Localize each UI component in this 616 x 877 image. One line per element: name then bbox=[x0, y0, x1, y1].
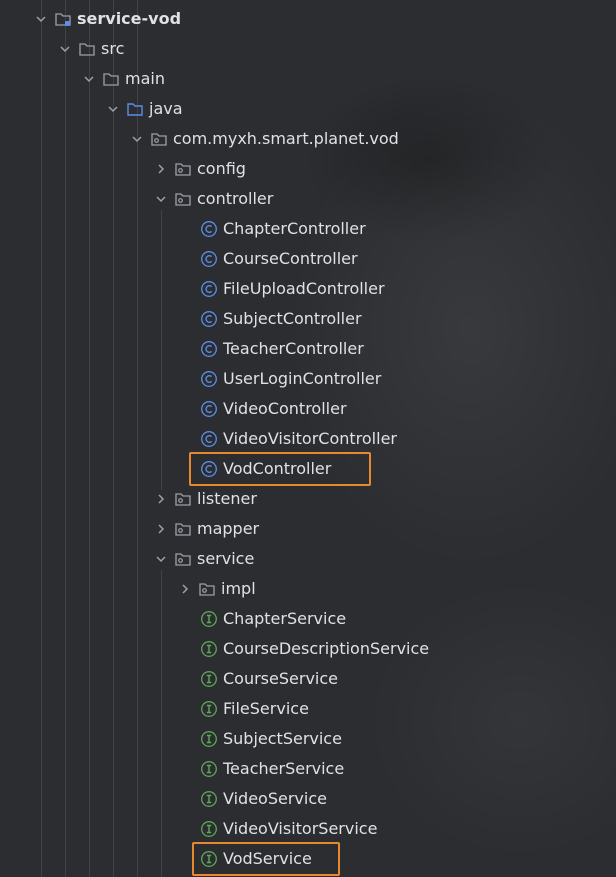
class-icon bbox=[200, 280, 218, 298]
chevron-right-icon[interactable] bbox=[154, 492, 168, 506]
tree-node-class[interactable]: SubjectController bbox=[0, 304, 616, 334]
tree-node-label: com.myxh.smart.planet.vod bbox=[173, 129, 399, 148]
tree-node-label: service-vod bbox=[77, 9, 182, 28]
source-folder-icon bbox=[126, 100, 144, 118]
chevron-right-icon[interactable] bbox=[154, 522, 168, 536]
tree-node-class[interactable]: UserLoginController bbox=[0, 364, 616, 394]
project-tree: service-vod src main java com.myxh.smart… bbox=[0, 4, 616, 876]
chevron-down-icon[interactable] bbox=[82, 72, 96, 86]
tree-node-label: mapper bbox=[197, 519, 260, 538]
tree-node-label: listener bbox=[197, 489, 257, 508]
chevron-down-icon[interactable] bbox=[130, 132, 144, 146]
tree-node-package[interactable]: com.myxh.smart.planet.vod bbox=[0, 124, 616, 154]
tree-node-class[interactable]: VideoVisitorController bbox=[0, 424, 616, 454]
interface-icon bbox=[200, 730, 218, 748]
folder-icon bbox=[78, 40, 96, 58]
tree-node-label: FileService bbox=[223, 699, 309, 718]
chevron-down-icon[interactable] bbox=[106, 102, 120, 116]
tree-node-label: FileUploadController bbox=[223, 279, 385, 298]
class-icon bbox=[200, 310, 218, 328]
class-icon bbox=[200, 340, 218, 358]
interface-icon bbox=[200, 640, 218, 658]
tree-node-label: CourseService bbox=[223, 669, 338, 688]
tree-node-label: CourseController bbox=[223, 249, 358, 268]
tree-node-label: service bbox=[197, 549, 255, 568]
package-icon bbox=[150, 130, 168, 148]
chevron-right-icon[interactable] bbox=[178, 582, 192, 596]
tree-node-impl[interactable]: impl bbox=[0, 574, 616, 604]
tree-node-label: main bbox=[125, 69, 165, 88]
package-icon bbox=[174, 520, 192, 538]
highlight-box bbox=[192, 842, 340, 876]
interface-icon bbox=[200, 610, 218, 628]
chevron-down-icon[interactable] bbox=[58, 42, 72, 56]
class-icon bbox=[200, 400, 218, 418]
tree-node-label: SubjectController bbox=[223, 309, 362, 328]
interface-icon bbox=[200, 760, 218, 778]
tree-node-main[interactable]: main bbox=[0, 64, 616, 94]
tree-node-interface[interactable]: SubjectService bbox=[0, 724, 616, 754]
tree-node-label: java bbox=[149, 99, 183, 118]
chevron-down-icon[interactable] bbox=[154, 192, 168, 206]
tree-node-label: TeacherService bbox=[223, 759, 345, 778]
class-icon bbox=[200, 250, 218, 268]
tree-node-interface[interactable]: VideoService bbox=[0, 784, 616, 814]
module-folder-icon bbox=[54, 10, 72, 28]
class-icon bbox=[200, 430, 218, 448]
tree-node-service-vod[interactable]: service-vod bbox=[0, 4, 616, 34]
tree-node-interface[interactable]: CourseService bbox=[0, 664, 616, 694]
tree-node-service[interactable]: service bbox=[0, 544, 616, 574]
package-icon bbox=[198, 580, 216, 598]
package-icon bbox=[174, 490, 192, 508]
folder-icon bbox=[102, 70, 120, 88]
tree-node-label: config bbox=[197, 159, 246, 178]
tree-node-java[interactable]: java bbox=[0, 94, 616, 124]
tree-node-class[interactable]: TeacherController bbox=[0, 334, 616, 364]
tree-node-label: TeacherController bbox=[223, 339, 364, 358]
tree-node-label: impl bbox=[221, 579, 256, 598]
tree-node-interface[interactable]: ChapterService bbox=[0, 604, 616, 634]
tree-node-class[interactable]: CourseController bbox=[0, 244, 616, 274]
tree-node-label: UserLoginController bbox=[223, 369, 382, 388]
tree-node-label: VideoVisitorController bbox=[223, 429, 397, 448]
tree-node-label: VideoVisitorService bbox=[223, 819, 378, 838]
package-icon bbox=[174, 190, 192, 208]
tree-node-label: SubjectService bbox=[223, 729, 342, 748]
tree-node-class[interactable]: FileUploadController bbox=[0, 274, 616, 304]
tree-node-class[interactable]: VideoController bbox=[0, 394, 616, 424]
interface-icon bbox=[200, 670, 218, 688]
tree-node-listener[interactable]: listener bbox=[0, 484, 616, 514]
interface-icon bbox=[200, 790, 218, 808]
tree-node-label: VideoController bbox=[223, 399, 347, 418]
package-icon bbox=[174, 160, 192, 178]
tree-node-controller[interactable]: controller bbox=[0, 184, 616, 214]
tree-node-label: VideoService bbox=[223, 789, 327, 808]
tree-node-class[interactable]: ChapterController bbox=[0, 214, 616, 244]
highlight-box bbox=[189, 452, 371, 486]
interface-icon bbox=[200, 820, 218, 838]
chevron-right-icon[interactable] bbox=[154, 162, 168, 176]
tree-node-label: CourseDescriptionService bbox=[223, 639, 430, 658]
class-icon bbox=[200, 370, 218, 388]
tree-node-label: ChapterController bbox=[223, 219, 366, 238]
tree-node-interface[interactable]: VideoVisitorService bbox=[0, 814, 616, 844]
tree-node-src[interactable]: src bbox=[0, 34, 616, 64]
interface-icon bbox=[200, 700, 218, 718]
tree-node-config[interactable]: config bbox=[0, 154, 616, 184]
tree-node-label: controller bbox=[197, 189, 274, 208]
tree-node-label: ChapterService bbox=[223, 609, 347, 628]
tree-node-interface[interactable]: TeacherService bbox=[0, 754, 616, 784]
class-icon bbox=[200, 220, 218, 238]
chevron-down-icon[interactable] bbox=[34, 12, 48, 26]
package-icon bbox=[174, 550, 192, 568]
tree-node-interface[interactable]: FileService bbox=[0, 694, 616, 724]
chevron-down-icon[interactable] bbox=[154, 552, 168, 566]
tree-node-interface[interactable]: CourseDescriptionService bbox=[0, 634, 616, 664]
tree-node-label: src bbox=[101, 39, 125, 58]
tree-node-mapper[interactable]: mapper bbox=[0, 514, 616, 544]
